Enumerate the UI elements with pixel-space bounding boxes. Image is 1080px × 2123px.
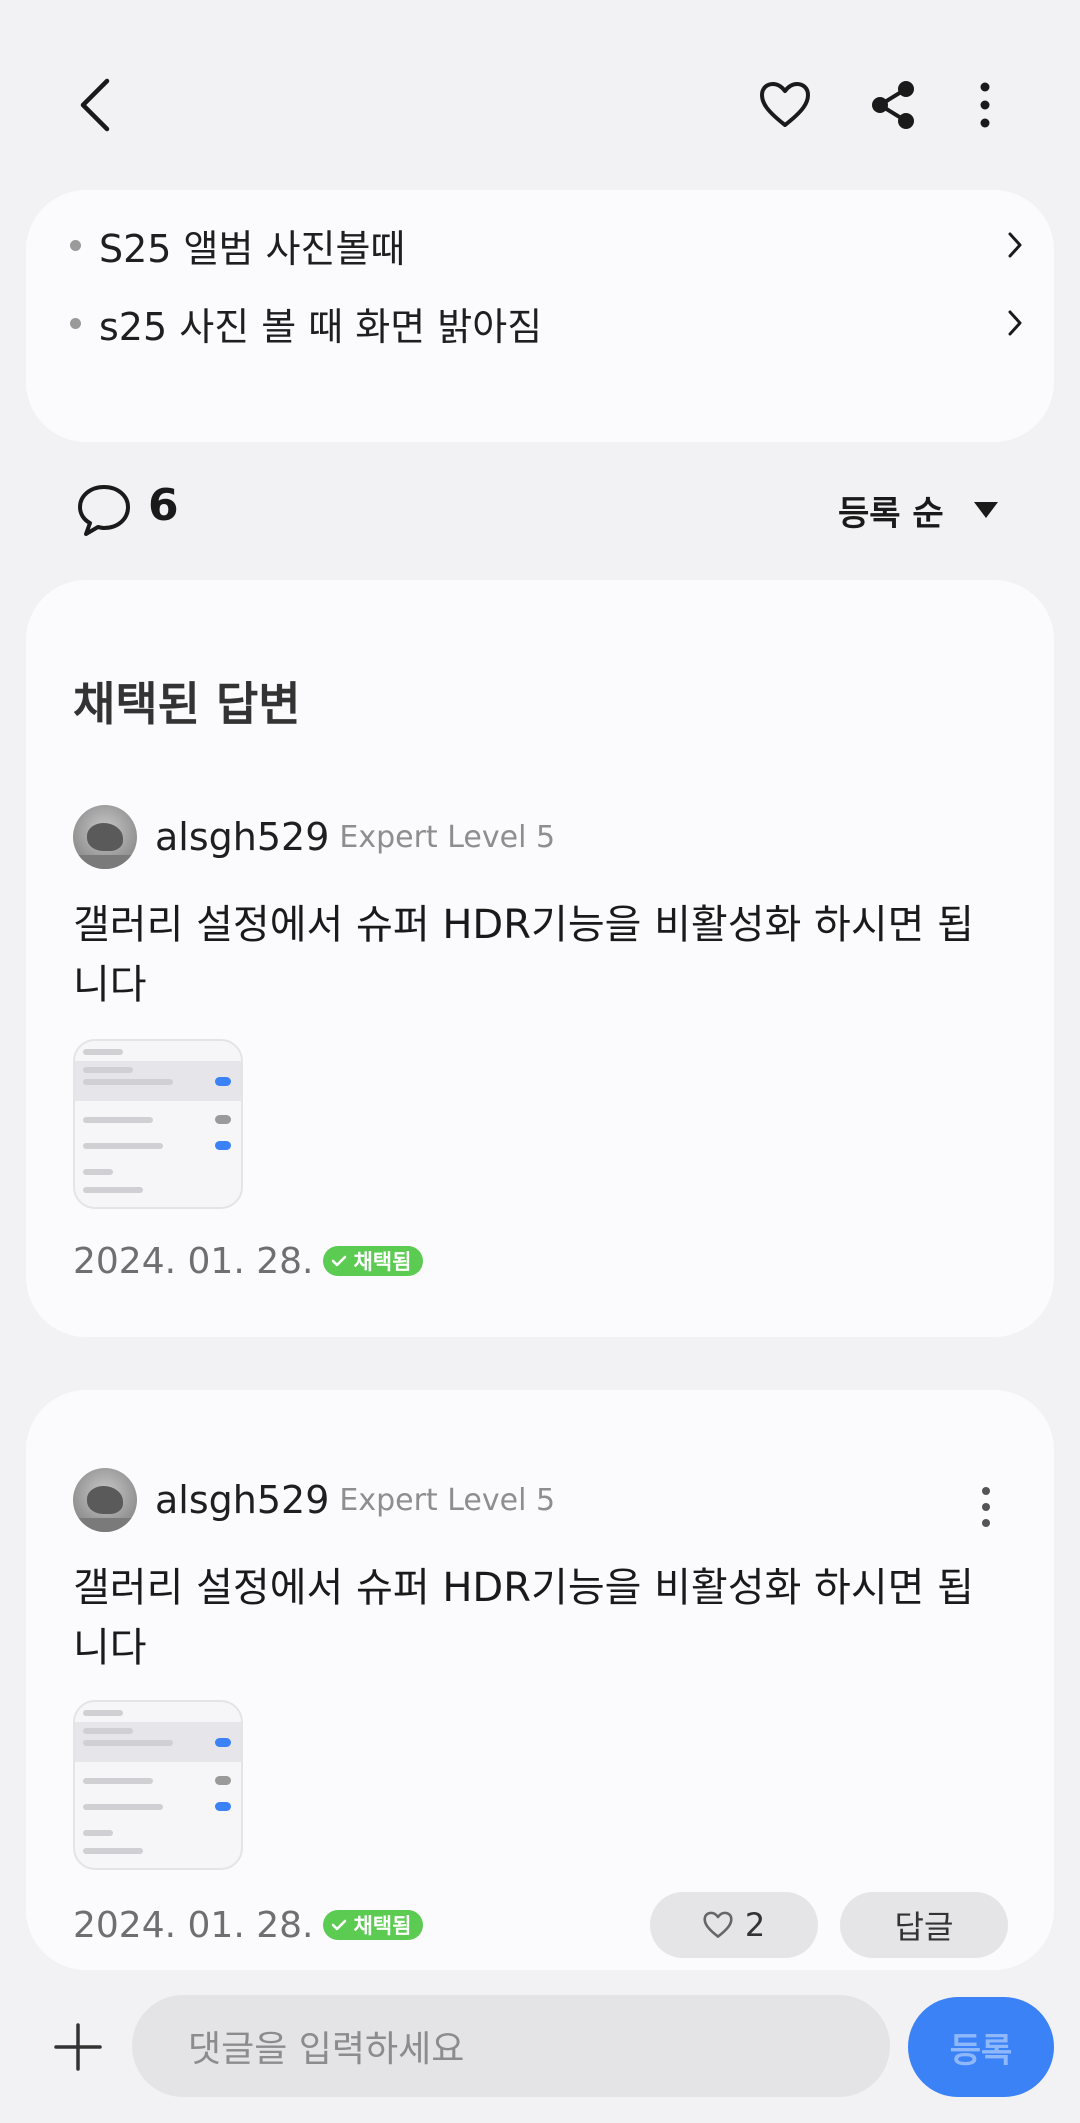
attach-button[interactable] — [50, 2019, 106, 2075]
author-row[interactable]: alsgh529 Expert Level 5 — [73, 1468, 555, 1532]
accepted-badge-label: 채택됨 — [353, 1250, 412, 1274]
comments-header: 6 등록 순 — [0, 470, 1080, 550]
comment-icon — [78, 485, 130, 536]
heart-icon — [703, 1911, 733, 1938]
accepted-badge-label: 채택됨 — [353, 1914, 412, 1938]
comment-input[interactable]: 댓글을 입력하세요 — [132, 1995, 890, 2097]
dropdown-arrow-icon — [973, 502, 998, 518]
bullet-icon — [70, 239, 81, 251]
check-icon — [332, 1255, 347, 1267]
accepted-badge: 채택됨 — [323, 1910, 424, 1940]
related-post-title: S25 앨범 사진볼때 — [99, 226, 406, 271]
answer-text: 갤러리 설정에서 슈퍼 HDR기능을 비활성화 하시면 됩니다 — [73, 902, 974, 1008]
username[interactable]: alsgh529 — [155, 1478, 329, 1522]
chevron-right-icon — [1000, 303, 1030, 343]
reply-label: 답글 — [894, 1908, 954, 1946]
user-level: Expert Level 5 — [339, 1482, 556, 1518]
sort-dropdown[interactable]: 등록 순 — [838, 480, 998, 540]
avatar[interactable] — [73, 1468, 137, 1532]
username[interactable]: alsgh529 — [155, 815, 329, 859]
author-row[interactable]: alsgh529 Expert Level 5 — [73, 805, 555, 869]
favorite-button[interactable] — [752, 72, 818, 138]
reply-button[interactable]: 답글 — [840, 1892, 1008, 1958]
answer-text: 갤러리 설정에서 슈퍼 HDR기능을 비활성화 하시면 됩니다 — [73, 1565, 974, 1671]
attached-image[interactable] — [73, 1700, 243, 1870]
submit-button[interactable]: 등록 — [908, 1997, 1054, 2097]
chevron-right-icon — [1000, 225, 1030, 265]
like-button[interactable]: 2 — [650, 1892, 818, 1958]
answer-meta: 2024. 01. 28. 채택됨 — [73, 1238, 424, 1284]
avatar[interactable] — [73, 805, 137, 869]
share-icon — [872, 81, 914, 129]
more-options-button[interactable] — [960, 72, 1010, 138]
accepted-answer-card: 채택된 답변 alsgh529 Expert Level 5 갤러리 설정에서 … — [26, 580, 1054, 1337]
attached-image[interactable] — [73, 1039, 243, 1209]
like-count: 2 — [744, 1906, 766, 1944]
more-vertical-icon — [980, 82, 990, 128]
more-vertical-icon — [982, 1487, 990, 1527]
submit-label: 등록 — [949, 2030, 1013, 2071]
related-post-item[interactable]: S25 앨범 사진볼때 — [70, 215, 1030, 275]
top-app-bar — [0, 0, 1080, 190]
answer-date: 2024. 01. 28. — [73, 1240, 314, 1282]
chevron-left-icon — [80, 78, 110, 132]
plus-icon — [54, 2023, 102, 2071]
related-posts-card: S25 앨범 사진볼때 s25 사진 볼 때 화면 밝아짐 — [26, 190, 1054, 442]
answer-card: alsgh529 Expert Level 5 갤러리 설정에서 슈퍼 HDR기… — [26, 1390, 1054, 1970]
comment-count: 6 — [148, 480, 179, 531]
share-button[interactable] — [860, 72, 926, 138]
related-post-title: s25 사진 볼 때 화면 밝아짐 — [99, 304, 543, 349]
bullet-icon — [70, 317, 81, 329]
accepted-badge: 채택됨 — [323, 1246, 424, 1276]
comment-composer: 댓글을 입력하세요 등록 — [0, 1975, 1080, 2123]
answer-date: 2024. 01. 28. — [73, 1904, 314, 1946]
check-icon — [332, 1919, 347, 1931]
answer-more-button[interactable] — [976, 1482, 996, 1532]
answer-meta: 2024. 01. 28. 채택됨 — [73, 1902, 424, 1948]
sort-label: 등록 순 — [838, 493, 944, 534]
heart-icon — [760, 82, 810, 127]
back-button[interactable] — [60, 65, 130, 145]
section-title: 채택된 답변 — [73, 677, 301, 731]
comment-input-placeholder: 댓글을 입력하세요 — [188, 2029, 465, 2070]
related-post-item[interactable]: s25 사진 볼 때 화면 밝아짐 — [70, 293, 1030, 353]
user-level: Expert Level 5 — [339, 819, 556, 855]
